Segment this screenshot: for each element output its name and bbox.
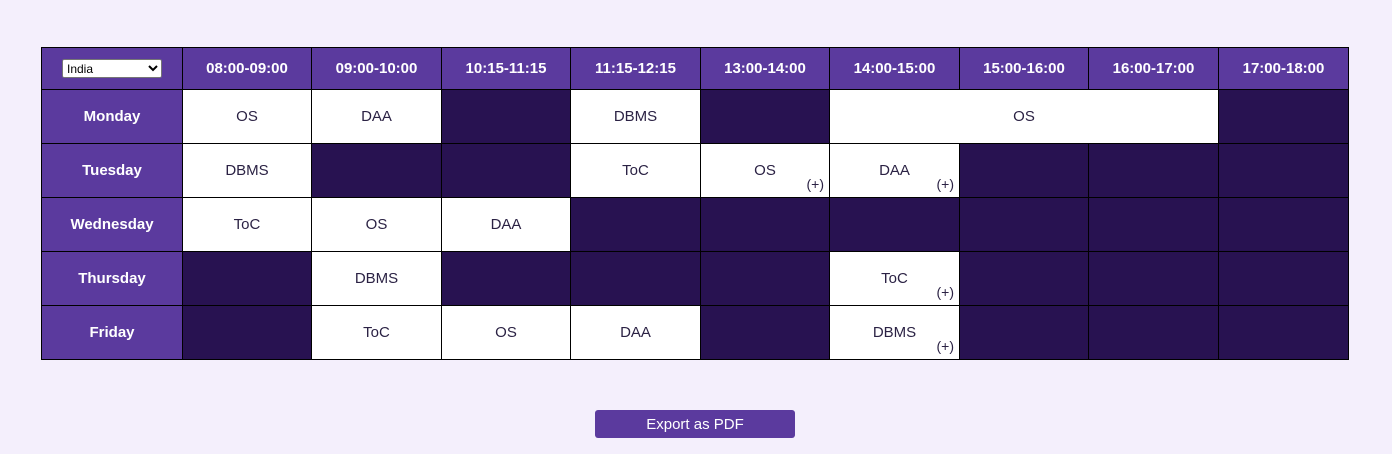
- timetable: India 08:00-09:00 09:00-10:00 10:15-11:1…: [41, 47, 1349, 360]
- day-row-tuesday: Tuesday DBMS ToC OS (+) DAA (+): [41, 143, 1349, 198]
- empty-slot[interactable]: [1088, 143, 1219, 198]
- subject-label: OS: [754, 162, 776, 179]
- empty-slot[interactable]: [959, 251, 1089, 306]
- time-slot-header: 09:00-10:00: [311, 47, 442, 90]
- time-slot-header: 16:00-17:00: [1088, 47, 1219, 90]
- extra-marker[interactable]: (+): [807, 176, 825, 192]
- class-slot[interactable]: ToC: [570, 143, 701, 198]
- empty-slot[interactable]: [1218, 143, 1349, 198]
- empty-slot[interactable]: [959, 305, 1089, 360]
- export-pdf-button[interactable]: Export as PDF: [595, 410, 795, 438]
- empty-slot[interactable]: [959, 197, 1089, 252]
- empty-slot[interactable]: [441, 251, 571, 306]
- class-slot[interactable]: DAA: [441, 197, 571, 252]
- empty-slot[interactable]: [570, 197, 701, 252]
- subject-label: ToC: [363, 324, 390, 341]
- empty-slot[interactable]: [959, 143, 1089, 198]
- subject-label: DBMS: [872, 324, 917, 341]
- empty-slot[interactable]: [1088, 305, 1219, 360]
- country-select[interactable]: India: [62, 59, 162, 78]
- empty-slot[interactable]: [829, 197, 960, 252]
- day-label: Monday: [41, 89, 183, 144]
- class-slot[interactable]: ToC: [311, 305, 442, 360]
- empty-slot[interactable]: [1218, 251, 1349, 306]
- empty-slot[interactable]: [1088, 251, 1219, 306]
- time-slot-header: 17:00-18:00: [1218, 47, 1349, 90]
- time-slot-header: 11:15-12:15: [570, 47, 701, 90]
- empty-slot[interactable]: [441, 143, 571, 198]
- time-slot-header: 08:00-09:00: [182, 47, 312, 90]
- empty-slot[interactable]: [570, 251, 701, 306]
- class-slot[interactable]: DBMS: [570, 89, 701, 144]
- header-row: India 08:00-09:00 09:00-10:00 10:15-11:1…: [41, 47, 1349, 90]
- day-row-wednesday: Wednesday ToC OS DAA: [41, 197, 1349, 252]
- day-label: Thursday: [41, 251, 183, 306]
- class-slot[interactable]: OS: [441, 305, 571, 360]
- subject-label: OS: [236, 108, 258, 125]
- class-slot[interactable]: DBMS: [311, 251, 442, 306]
- subject-label: DBMS: [613, 108, 658, 125]
- subject-label: OS: [1013, 108, 1035, 125]
- day-row-thursday: Thursday DBMS ToC (+): [41, 251, 1349, 306]
- class-slot[interactable]: OS (+): [700, 143, 830, 198]
- subject-label: DBMS: [354, 270, 399, 287]
- subject-label: DAA: [879, 162, 910, 179]
- class-slot[interactable]: DAA: [570, 305, 701, 360]
- time-slot-header: 14:00-15:00: [829, 47, 960, 90]
- class-slot[interactable]: DAA (+): [829, 143, 960, 198]
- class-slot[interactable]: DBMS (+): [829, 305, 960, 360]
- empty-slot[interactable]: [1088, 197, 1219, 252]
- class-slot[interactable]: DAA: [311, 89, 442, 144]
- empty-slot[interactable]: [1218, 305, 1349, 360]
- class-slot[interactable]: OS: [182, 89, 312, 144]
- extra-marker[interactable]: (+): [937, 176, 955, 192]
- day-row-monday: Monday OS DAA DBMS OS: [41, 89, 1349, 144]
- empty-slot[interactable]: [700, 197, 830, 252]
- day-row-friday: Friday ToC OS DAA DBMS (+): [41, 305, 1349, 360]
- subject-label: DAA: [620, 324, 651, 341]
- day-label: Tuesday: [41, 143, 183, 198]
- subject-label: DBMS: [225, 162, 269, 179]
- subject-label: OS: [495, 324, 517, 341]
- time-slot-header: 10:15-11:15: [441, 47, 571, 90]
- subject-label: ToC: [881, 270, 908, 287]
- day-label: Friday: [41, 305, 183, 360]
- subject-label: ToC: [233, 216, 261, 233]
- time-slot-header: 13:00-14:00: [700, 47, 830, 90]
- empty-slot[interactable]: [441, 89, 571, 144]
- class-slot[interactable]: DBMS: [182, 143, 312, 198]
- subject-label: DAA: [490, 216, 522, 233]
- class-slot[interactable]: OS: [311, 197, 442, 252]
- day-label: Wednesday: [41, 197, 183, 252]
- class-slot[interactable]: ToC: [182, 197, 312, 252]
- extra-marker[interactable]: (+): [937, 338, 955, 354]
- empty-slot[interactable]: [311, 143, 442, 198]
- class-slot[interactable]: ToC (+): [829, 251, 960, 306]
- empty-slot[interactable]: [700, 251, 830, 306]
- empty-slot[interactable]: [1218, 197, 1349, 252]
- empty-slot[interactable]: [700, 305, 830, 360]
- empty-slot[interactable]: [1218, 89, 1349, 144]
- subject-label: OS: [365, 216, 388, 233]
- subject-label: DAA: [361, 108, 392, 125]
- class-slot[interactable]: OS: [829, 89, 1219, 144]
- empty-slot[interactable]: [700, 89, 830, 144]
- empty-slot[interactable]: [182, 305, 312, 360]
- subject-label: ToC: [622, 162, 649, 179]
- extra-marker[interactable]: (+): [937, 284, 955, 300]
- empty-slot[interactable]: [182, 251, 312, 306]
- country-select-cell: India: [41, 47, 183, 90]
- time-slot-header: 15:00-16:00: [959, 47, 1089, 90]
